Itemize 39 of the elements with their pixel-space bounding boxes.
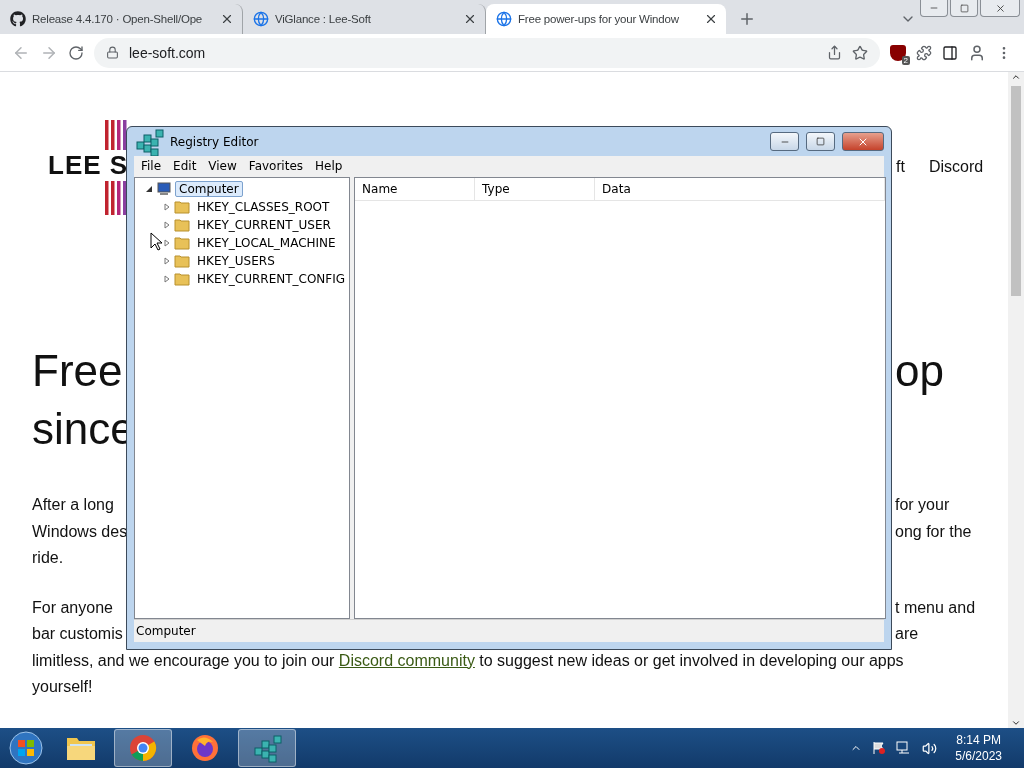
headline-text: op: [895, 345, 944, 397]
tab-title: Release 4.4.170 · Open-Shell/Ope: [32, 13, 204, 25]
paragraph-text: ong for the: [895, 521, 972, 542]
column-header[interactable]: Type: [475, 178, 596, 200]
discord-link[interactable]: Discord community: [338, 651, 475, 669]
tab-title: ViGlance : Lee-Soft: [275, 13, 372, 25]
paragraph-text: After a long: [32, 495, 114, 515]
headline-text: Free: [32, 345, 123, 397]
tree-node[interactable]: HKEY_CURRENT_USER: [193, 217, 335, 233]
menu-item[interactable]: Edit: [168, 159, 202, 173]
column-header[interactable]: Data: [595, 178, 886, 200]
tree-node[interactable]: HKEY_LOCAL_MACHINE: [193, 235, 340, 251]
paragraph-text: for your: [895, 495, 950, 515]
menu-item[interactable]: Favorites: [243, 159, 309, 173]
menu-item[interactable]: Help: [310, 159, 348, 173]
nav-link[interactable]: ft: [896, 158, 905, 176]
tree-node[interactable]: HKEY_CURRENT_CONFIG: [193, 271, 350, 287]
tree-node[interactable]: HKEY_CLASSES_ROOT: [193, 199, 334, 215]
paragraph-text: are: [895, 624, 919, 644]
menu-item[interactable]: File: [136, 159, 167, 173]
menu-item[interactable]: View: [203, 159, 242, 173]
address-bar[interactable]: lee-soft.com: [94, 37, 880, 68]
browser-tab[interactable]: Free power-ups for your Window: [486, 4, 726, 34]
paragraph-text: t menu and: [895, 597, 976, 618]
paragraph-text: limitless, and we encourage you to join our Discord community to suggest new ideas or get involved in developing our apps yourself!: [32, 650, 905, 697]
extension-badge: 2: [901, 55, 910, 65]
tree-node[interactable]: Computer: [175, 181, 243, 197]
logo-text[interactable]: LEE S: [48, 149, 129, 181]
paragraph-text: bar customis: [32, 624, 123, 644]
paragraph-text: Windows des: [32, 521, 128, 542]
column-header[interactable]: Name: [355, 178, 476, 200]
window-title: Registry Editor: [170, 134, 260, 149]
tree-node[interactable]: HKEY_USERS: [193, 253, 279, 269]
clock[interactable]: 8:14 PM 5/6/2023: [955, 732, 1002, 764]
paragraph-text: ride.: [32, 548, 64, 568]
nav-link[interactable]: Discord: [928, 158, 984, 176]
status-bar: Computer: [134, 619, 884, 642]
paragraph-text: For anyone: [32, 597, 113, 618]
tab-title: Free power-ups for your Window: [518, 13, 680, 25]
